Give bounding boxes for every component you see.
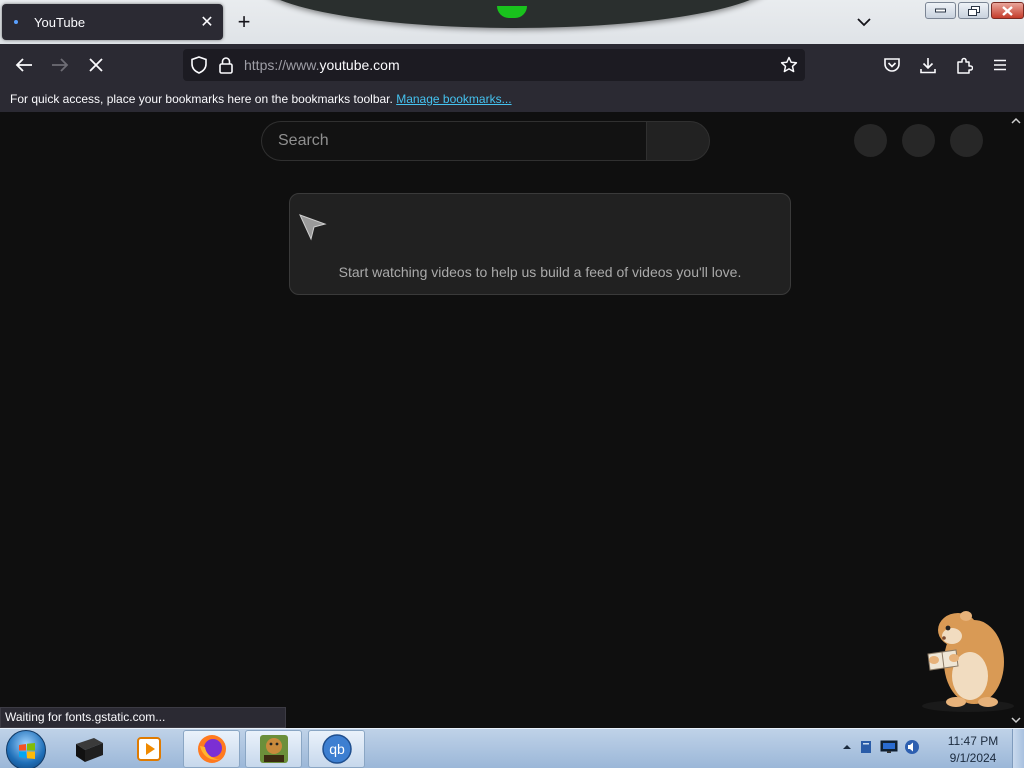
header-icon-placeholder[interactable] [902,124,935,157]
close-icon [1002,5,1013,16]
qbittorrent-icon: qb [321,734,352,764]
windows-taskbar: qb 11:47 PM 9/1/2024 [0,728,1024,768]
windows-logo-icon [19,743,35,759]
download-icon [920,57,936,73]
bookmarks-empty-message: For quick access, place your bookmarks h… [10,92,393,106]
system-tray [842,739,920,755]
taskbar-firefox[interactable] [183,730,240,768]
header-icon-placeholder[interactable] [854,124,887,157]
address-bar[interactable]: https://www.youtube.com [183,49,805,81]
youtube-search-box[interactable] [261,121,647,161]
taskbar-box-game[interactable] [245,730,302,768]
arrow-right-icon [52,58,69,72]
url-text[interactable]: https://www.youtube.com [244,57,400,73]
search-input[interactable] [262,122,647,160]
box-game-icon [259,735,288,763]
restore-icon [967,5,980,16]
qbittorrent-label: qb [329,741,345,757]
clock-date: 9/1/2024 [949,751,997,765]
pocket-icon [884,58,900,72]
app-menu-button[interactable] [985,51,1015,79]
extensions-button[interactable] [949,51,979,79]
navigation-toolbar: https://www.youtube.com [0,44,1024,86]
taskbar-qbittorrent[interactable]: qb [308,730,365,768]
save-to-pocket-button[interactable] [877,51,907,79]
taskbar-black-box-app[interactable] [60,730,117,768]
tab-youtube[interactable]: YouTube ✕ [2,4,223,40]
black-box-icon [75,738,103,762]
status-panel: Waiting for fonts.gstatic.com... [0,707,286,728]
bookmark-star-icon[interactable] [779,55,799,75]
padlock-icon[interactable] [216,55,236,75]
minimize-icon [935,8,946,13]
clock-time: 11:47 PM [947,734,999,748]
clock[interactable]: 11:47 PM 9/1/2024 [940,733,1006,767]
show-desktop-button[interactable] [1012,729,1024,768]
network-monitor-icon[interactable] [880,739,898,755]
avatar-placeholder[interactable] [950,124,983,157]
stop-loading-button[interactable] [81,51,111,79]
manage-bookmarks-link[interactable]: Manage bookmarks... [396,92,511,106]
tracking-protection-shield-icon[interactable] [189,55,209,75]
search-button[interactable] [646,121,710,161]
scroll-down-arrow[interactable] [1008,712,1024,728]
forward-button[interactable] [45,51,75,79]
empty-feed-card: Start watching videos to help us build a… [289,193,791,295]
page-content: Start watching videos to help us build a… [0,112,1024,728]
volume-speaker-icon[interactable] [904,739,920,755]
new-tab-button[interactable]: + [232,9,256,34]
empty-feed-message: Start watching videos to help us build a… [338,264,742,280]
bookmarks-toolbar: For quick access, place your bookmarks h… [0,86,1024,112]
browser-titlebar: YouTube ✕ + [0,0,1024,44]
tab-title: YouTube [34,14,86,30]
show-hidden-icons-arrow[interactable] [842,743,852,751]
url-host: youtube.com [319,57,400,73]
list-all-tabs-button[interactable] [852,10,876,34]
close-window-button[interactable] [991,2,1024,19]
url-prefix: https://www. [244,57,320,73]
downloads-button[interactable] [913,51,943,79]
chevron-down-icon [857,17,871,26]
arrow-left-icon [15,58,32,72]
puzzle-piece-icon [956,57,973,74]
screen: YouTube ✕ + https://www.youtube.com For … [0,0,1024,768]
hamburger-menu-icon [994,59,1006,71]
cursor-arrow-icon [299,214,327,241]
hamster-desktop-pet[interactable] [904,602,1016,712]
restore-button[interactable] [958,2,989,19]
scroll-up-arrow[interactable] [1008,112,1024,128]
taskbar-media-player[interactable] [120,730,177,768]
firefox-icon [197,735,226,763]
minimize-button[interactable] [925,2,956,19]
chevron-up-icon [1011,117,1021,124]
tray-notebook-icon[interactable] [858,739,874,755]
chevron-down-icon [1011,716,1021,723]
start-button[interactable] [6,730,46,768]
window-controls [925,2,1024,19]
back-button[interactable] [9,51,39,79]
media-player-icon [136,737,161,761]
tab-loading-icon [14,20,18,24]
tab-close-icon[interactable]: ✕ [194,9,220,35]
stop-x-icon [89,58,103,72]
